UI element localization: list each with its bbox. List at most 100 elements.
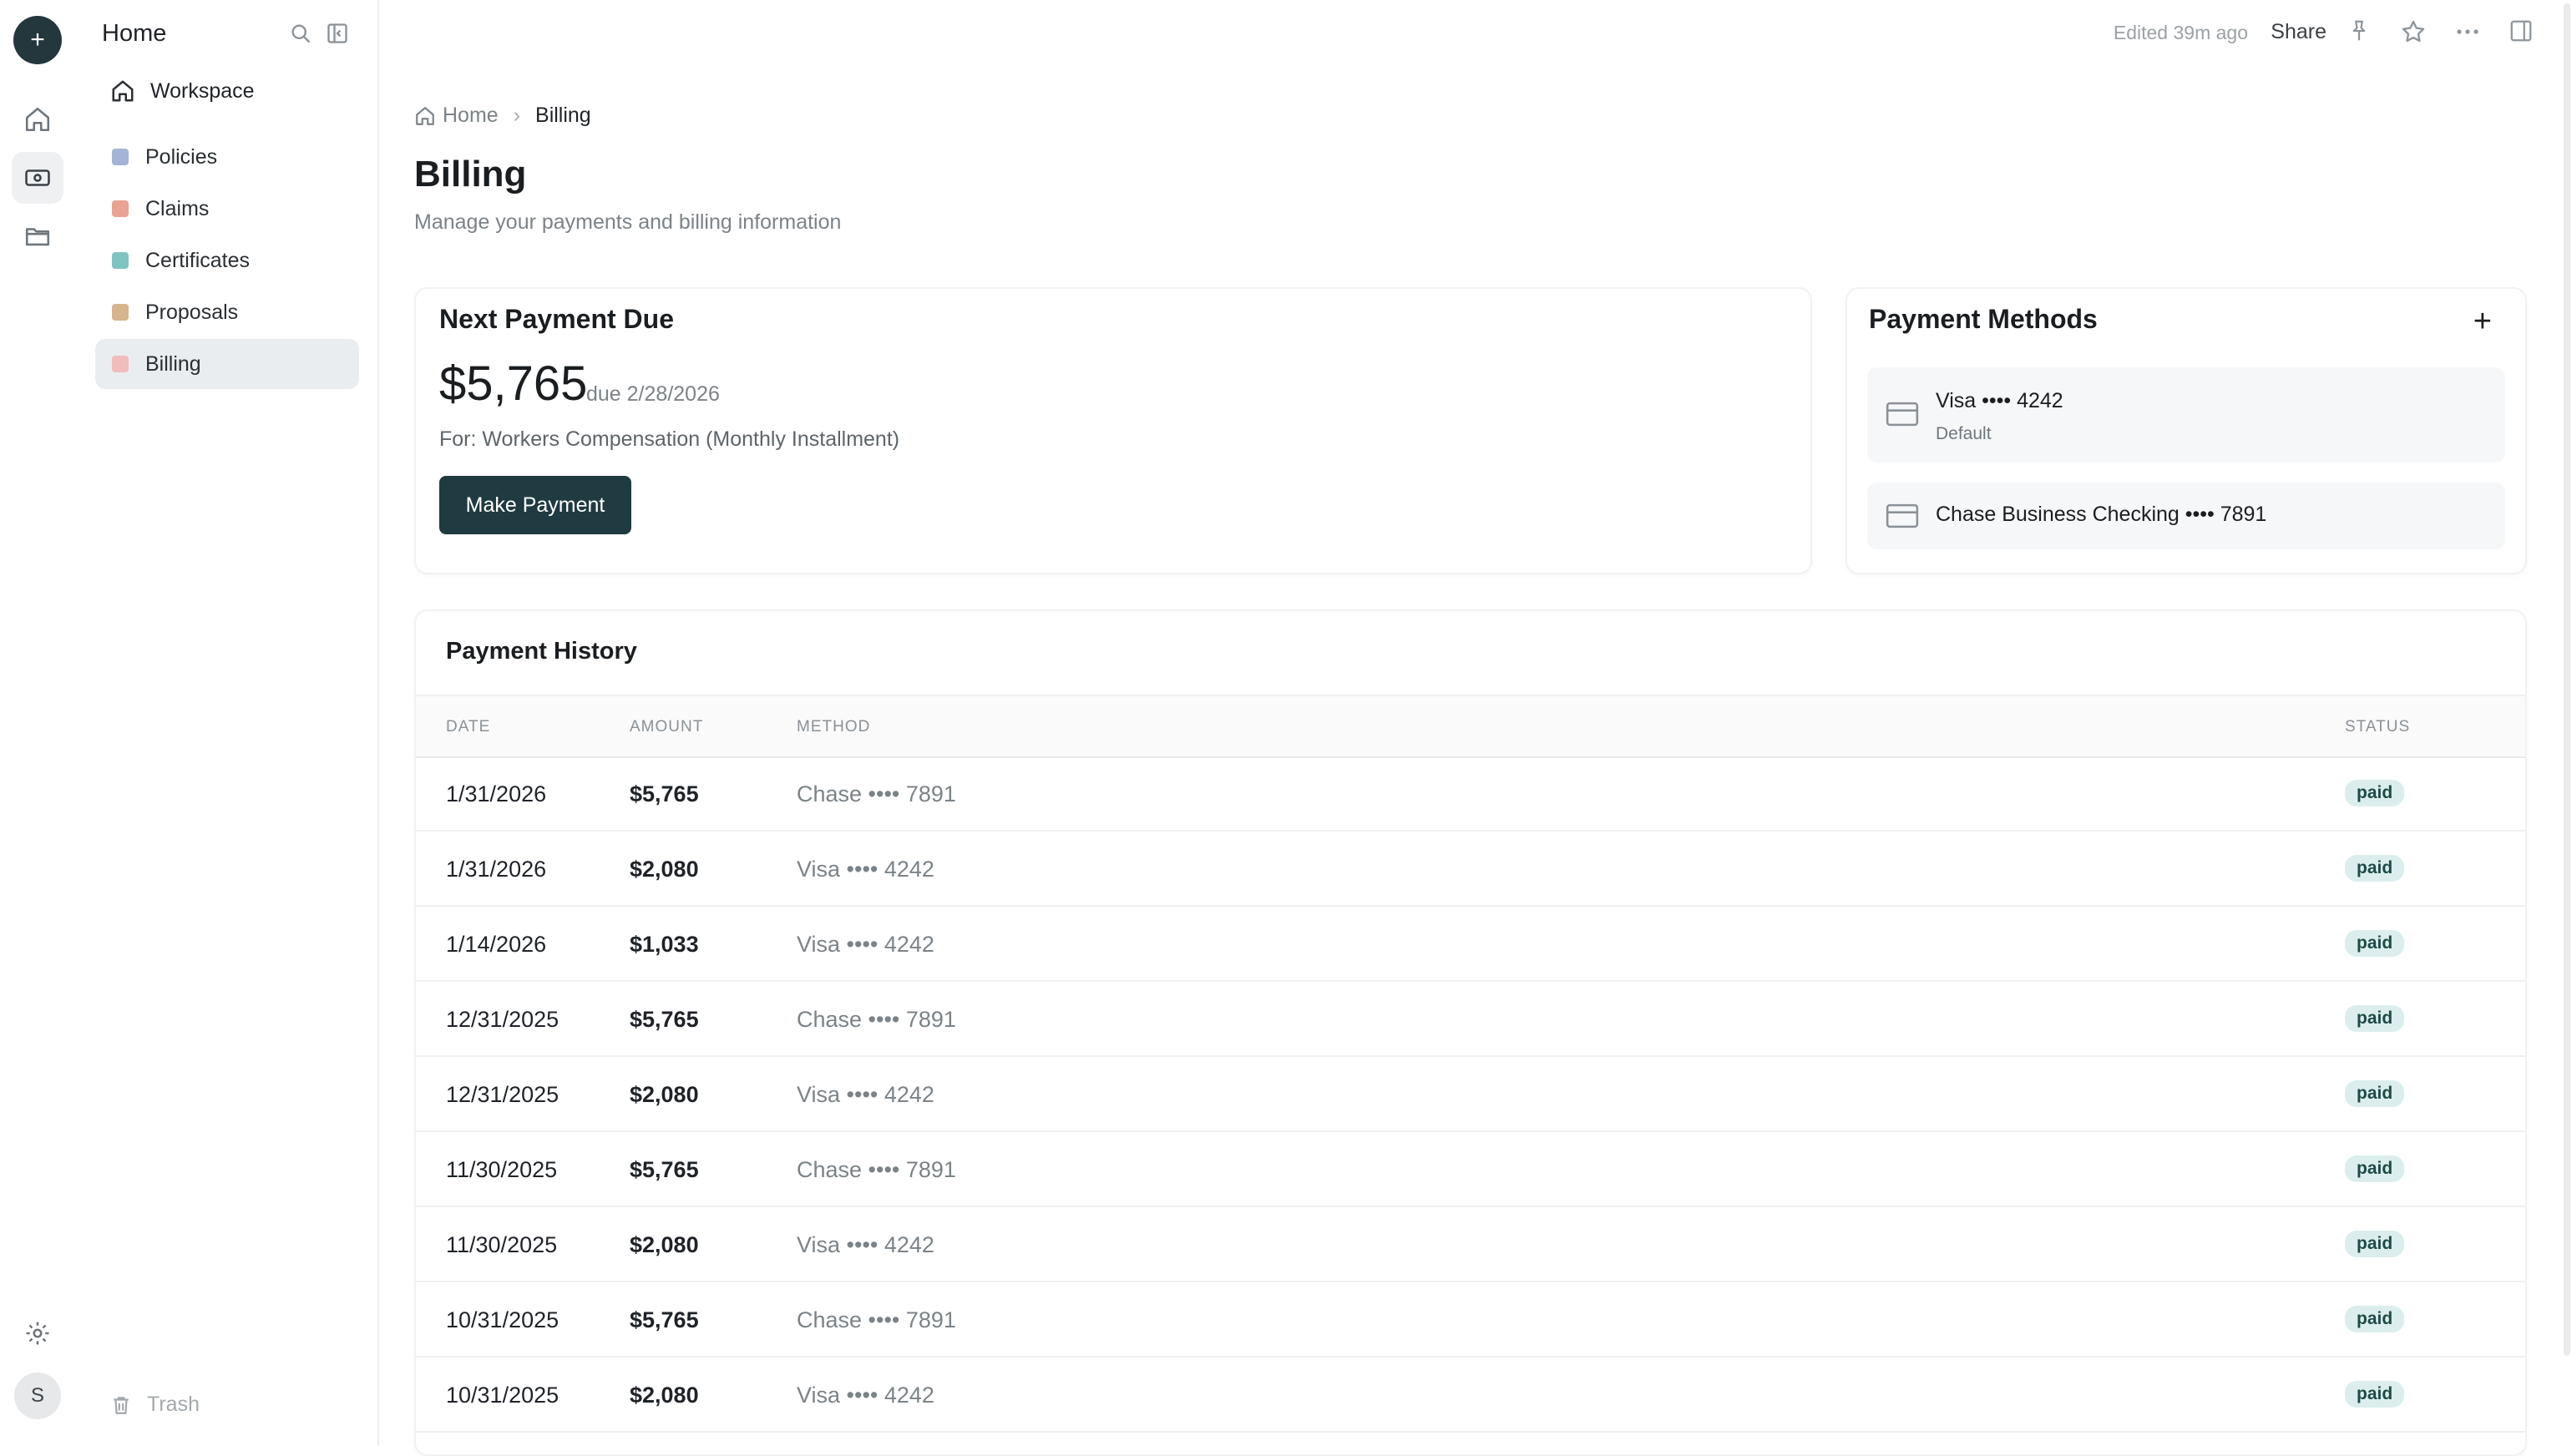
row-date: 1/14/2026 xyxy=(446,932,547,957)
status-badge: paid xyxy=(2345,1005,2405,1032)
row-method: Visa •••• 4242 xyxy=(797,1383,934,1408)
row-amount: $5,765 xyxy=(630,1157,699,1182)
payment-method-item[interactable]: Visa •••• 4242 Default xyxy=(1867,367,2505,463)
row-method: Chase •••• 7891 xyxy=(797,781,956,806)
payment-method-item[interactable]: Chase Business Checking •••• 7891 xyxy=(1867,483,2505,549)
row-amount: $1,033 xyxy=(630,932,699,957)
sidebar-item-policies[interactable]: Policies xyxy=(95,132,359,182)
row-date: 12/31/2025 xyxy=(446,1082,559,1107)
payment-method-name: Chase Business Checking •••• 7891 xyxy=(1936,503,2267,526)
status-badge: paid xyxy=(2345,1306,2405,1332)
table-header: DATE AMOUNT METHOD STATUS xyxy=(416,695,2525,758)
row-date: 1/31/2026 xyxy=(446,781,547,806)
table-row[interactable]: 1/31/2026 $5,765 Chase •••• 7891 paid xyxy=(416,756,2525,832)
row-method: Chase •••• 7891 xyxy=(797,1157,956,1182)
table-row[interactable]: 1/14/2026 $1,033 Visa •••• 4242 paid xyxy=(416,907,2525,982)
sidebar-item-workspace[interactable]: Workspace xyxy=(110,78,255,104)
table-row[interactable]: 12/31/2025 $5,765 Chase •••• 7891 paid xyxy=(416,982,2525,1057)
search-icon[interactable] xyxy=(289,22,312,49)
next-payment-description: For: Workers Compensation (Monthly Insta… xyxy=(439,427,900,451)
table-row[interactable]: 11/30/2025 $2,080 Visa •••• 4242 paid xyxy=(416,1207,2525,1282)
next-payment-due-date: due 2/28/2026 xyxy=(586,382,720,406)
next-payment-amount: $5,765 xyxy=(439,356,588,411)
row-amount: $2,080 xyxy=(630,1383,699,1408)
column-header-date: DATE xyxy=(446,718,491,736)
page-subtitle: Manage your payments and billing informa… xyxy=(414,210,842,234)
page-title: Billing xyxy=(414,154,527,195)
row-date: 10/31/2025 xyxy=(446,1307,559,1332)
sidebar-item-label: Policies xyxy=(145,144,218,169)
star-icon[interactable] xyxy=(2400,18,2427,49)
sidebar-item-proposals[interactable]: Proposals xyxy=(95,287,359,337)
table-row[interactable]: 12/31/2025 $2,080 Visa •••• 4242 paid xyxy=(416,1057,2525,1132)
make-payment-button[interactable]: Make Payment xyxy=(439,476,631,534)
top-bar: Edited 39m ago Share xyxy=(379,0,2572,67)
color-swatch xyxy=(112,252,129,269)
status-badge: paid xyxy=(2345,1155,2405,1182)
row-date: 1/31/2026 xyxy=(446,857,547,882)
payment-methods-title: Payment Methods xyxy=(1869,304,2098,334)
avatar[interactable]: S xyxy=(14,1373,61,1419)
sidebar-item-label: Proposals xyxy=(145,300,239,324)
collapse-sidebar-icon[interactable] xyxy=(326,22,349,49)
rail-files-button[interactable] xyxy=(12,210,63,262)
share-button[interactable]: Share xyxy=(2271,20,2326,44)
scrollbar-thumb[interactable] xyxy=(2564,3,2570,1356)
folder-icon xyxy=(25,228,50,246)
breadcrumb-home[interactable]: Home xyxy=(443,104,499,128)
sidebar-item-certificates[interactable]: Certificates xyxy=(95,235,359,286)
table-row[interactable]: 1/31/2026 $2,080 Visa •••• 4242 paid xyxy=(416,832,2525,907)
chevron-right-icon: › xyxy=(513,104,521,127)
column-header-amount: AMOUNT xyxy=(630,718,704,736)
row-date: 11/30/2025 xyxy=(446,1157,558,1182)
color-swatch xyxy=(112,149,129,165)
sidebar: Home Workspace Policies Claims Certifica… xyxy=(77,0,379,1446)
next-payment-card: Next Payment Due $5,765 due 2/28/2026 Fo… xyxy=(414,287,1812,574)
row-method: Chase •••• 7891 xyxy=(797,1307,956,1332)
home-icon xyxy=(112,80,134,102)
page-scrollbar[interactable] xyxy=(2560,0,2572,1446)
edited-status: Edited 39m ago xyxy=(2113,22,2248,43)
sidebar-item-label: Claims xyxy=(145,196,210,220)
row-method: Visa •••• 4242 xyxy=(797,932,934,957)
color-swatch xyxy=(112,356,129,372)
row-method: Visa •••• 4242 xyxy=(797,1232,934,1257)
pin-icon[interactable] xyxy=(2347,18,2372,48)
row-method: Visa •••• 4242 xyxy=(797,1082,934,1107)
add-payment-method-button[interactable]: + xyxy=(2473,306,2492,337)
row-amount: $5,765 xyxy=(630,1007,699,1032)
rail-home-button[interactable] xyxy=(12,94,63,145)
app-rail: + S xyxy=(0,0,78,1446)
table-row[interactable]: 11/30/2025 $5,765 Chase •••• 7891 paid xyxy=(416,1132,2525,1207)
settings-button[interactable] xyxy=(12,1307,63,1359)
toggle-panel-icon[interactable] xyxy=(2509,18,2534,48)
row-amount: $2,080 xyxy=(630,1082,699,1107)
more-icon[interactable] xyxy=(2455,25,2480,40)
sidebar-item-claims[interactable]: Claims xyxy=(95,184,359,234)
gear-icon xyxy=(26,1322,49,1345)
billing-icon xyxy=(25,169,50,186)
home-icon xyxy=(416,106,434,125)
row-amount: $2,080 xyxy=(630,857,699,882)
status-badge: paid xyxy=(2345,780,2405,806)
default-label: Default xyxy=(1936,424,1992,443)
status-badge: paid xyxy=(2345,1080,2405,1107)
breadcrumb: Home › Billing xyxy=(414,104,591,128)
table-row[interactable]: 10/31/2025 $5,765 Chase •••• 7891 paid xyxy=(416,1282,2525,1357)
new-page-button[interactable]: + xyxy=(13,16,62,64)
sidebar-item-trash[interactable]: Trash xyxy=(110,1393,200,1417)
rail-billing-button[interactable] xyxy=(12,152,63,204)
sidebar-title: Home xyxy=(102,20,167,47)
row-amount: $5,765 xyxy=(630,781,699,806)
status-badge: paid xyxy=(2345,1381,2405,1408)
status-badge: paid xyxy=(2345,930,2405,957)
payment-method-name: Visa •••• 4242 xyxy=(1936,389,2063,412)
payment-history-card: Payment History DATE AMOUNT METHOD STATU… xyxy=(414,609,2527,1456)
payment-history-title: Payment History xyxy=(446,638,637,665)
column-header-method: METHOD xyxy=(797,718,871,736)
row-method: Visa •••• 4242 xyxy=(797,857,934,882)
sidebar-item-billing[interactable]: Billing xyxy=(95,339,359,389)
row-date: 10/31/2025 xyxy=(446,1383,559,1408)
table-row[interactable]: 10/31/2025 $2,080 Visa •••• 4242 paid xyxy=(416,1357,2525,1433)
column-header-status: STATUS xyxy=(2345,718,2411,736)
